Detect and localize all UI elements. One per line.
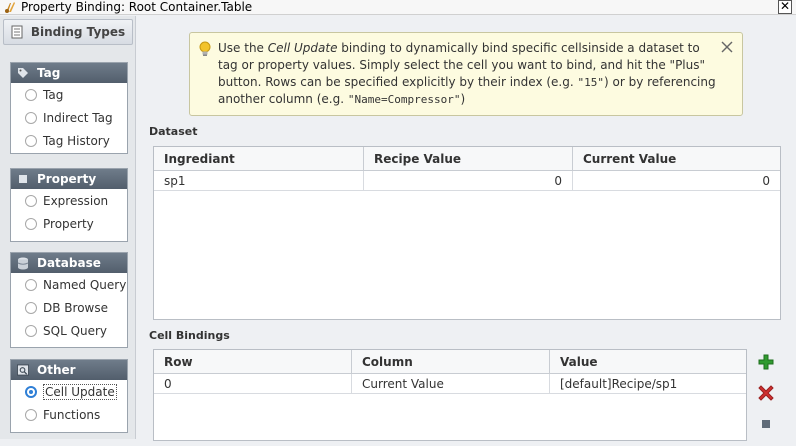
column-header-ingrediant[interactable]: Ingrediant (154, 147, 364, 170)
group-property: Property Expression Property (10, 168, 128, 242)
radio-button[interactable] (25, 111, 37, 124)
radio-button[interactable] (25, 301, 37, 314)
radio-button[interactable] (25, 88, 37, 101)
document-icon (11, 25, 23, 39)
cell-bindings-table[interactable]: Row Column Value 0 Current Value [defaul… (153, 349, 747, 441)
table-cell[interactable]: 0 (154, 374, 352, 393)
radio-button[interactable] (25, 408, 37, 421)
binding-app-icon (5, 2, 15, 13)
query-icon (17, 364, 29, 376)
binding-types-header: Binding Types (3, 19, 133, 45)
dismiss-tip-icon[interactable] (720, 40, 734, 54)
option-db-browse[interactable]: DB Browse (11, 296, 127, 319)
table-row[interactable]: 0 Current Value [default]Recipe/sp1 (154, 374, 746, 394)
window-title: Property Binding: Root Container.Table (21, 0, 253, 14)
radio-button[interactable] (25, 278, 37, 291)
option-cell-update[interactable]: Cell Update (11, 380, 127, 403)
column-header-recipe-value[interactable]: Recipe Value (364, 147, 573, 170)
option-functions[interactable]: Functions (11, 403, 127, 426)
cell-bindings-label: Cell Bindings (149, 329, 230, 342)
add-binding-icon[interactable] (757, 353, 775, 371)
table-cell[interactable]: Current Value (352, 374, 550, 393)
group-header-other[interactable]: Other (11, 360, 127, 380)
binding-config-panel: Use the Cell Update binding to dynamical… (137, 16, 796, 441)
radio-button[interactable] (25, 324, 37, 337)
option-indirect-tag[interactable]: Indirect Tag (11, 106, 127, 129)
option-property[interactable]: Property (11, 212, 127, 235)
stop-icon[interactable] (757, 415, 775, 433)
remove-binding-icon[interactable] (757, 384, 775, 402)
property-icon (17, 173, 29, 185)
dataset-label: Dataset (149, 125, 198, 138)
binding-types-panel: Binding Types Tag Tag Indirect Tag Tag H… (0, 16, 136, 439)
radio-button[interactable] (25, 194, 37, 207)
radio-button-selected[interactable] (25, 385, 37, 398)
column-header-value[interactable]: Value (550, 350, 746, 373)
binding-types-title: Binding Types (30, 25, 126, 39)
close-icon[interactable]: ✕ (778, 0, 792, 14)
radio-button[interactable] (25, 134, 37, 147)
group-tag: Tag Tag Indirect Tag Tag History (10, 62, 128, 154)
option-sql-query[interactable]: SQL Query (11, 319, 127, 342)
dataset-table[interactable]: Ingrediant Recipe Value Current Value sp… (153, 146, 781, 320)
tip-text: Use the Cell Update binding to dynamical… (218, 41, 716, 106)
group-header-database[interactable]: Database (11, 253, 127, 273)
table-row[interactable]: sp1 0 0 (154, 171, 780, 191)
tag-icon (17, 67, 29, 79)
option-named-query[interactable]: Named Query (11, 273, 127, 296)
table-cell[interactable]: 0 (573, 171, 780, 190)
column-header-column[interactable]: Column (352, 350, 550, 373)
table-cell[interactable]: sp1 (154, 171, 364, 190)
window-title-bar: Property Binding: Root Container.Table ✕ (0, 0, 796, 15)
lightbulb-icon (199, 41, 211, 56)
group-database: Database Named Query DB Browse SQL Query (10, 252, 128, 348)
table-cell[interactable]: [default]Recipe/sp1 (550, 374, 746, 393)
cell-bindings-header-row: Row Column Value (154, 350, 746, 374)
cell-bindings-toolbar (757, 353, 796, 446)
radio-button[interactable] (25, 217, 37, 230)
option-expression[interactable]: Expression (11, 189, 127, 212)
info-tip: Use the Cell Update binding to dynamical… (189, 32, 743, 116)
group-header-property[interactable]: Property (11, 169, 127, 189)
column-header-current-value[interactable]: Current Value (573, 147, 780, 170)
group-other: Other Cell Update Functions (10, 359, 128, 433)
option-tag[interactable]: Tag (11, 83, 127, 106)
table-cell[interactable]: 0 (364, 171, 573, 190)
database-icon (17, 257, 29, 269)
column-header-row[interactable]: Row (154, 350, 352, 373)
group-header-tag[interactable]: Tag (11, 63, 127, 83)
option-tag-history[interactable]: Tag History (11, 129, 127, 152)
dataset-header-row: Ingrediant Recipe Value Current Value (154, 147, 780, 171)
